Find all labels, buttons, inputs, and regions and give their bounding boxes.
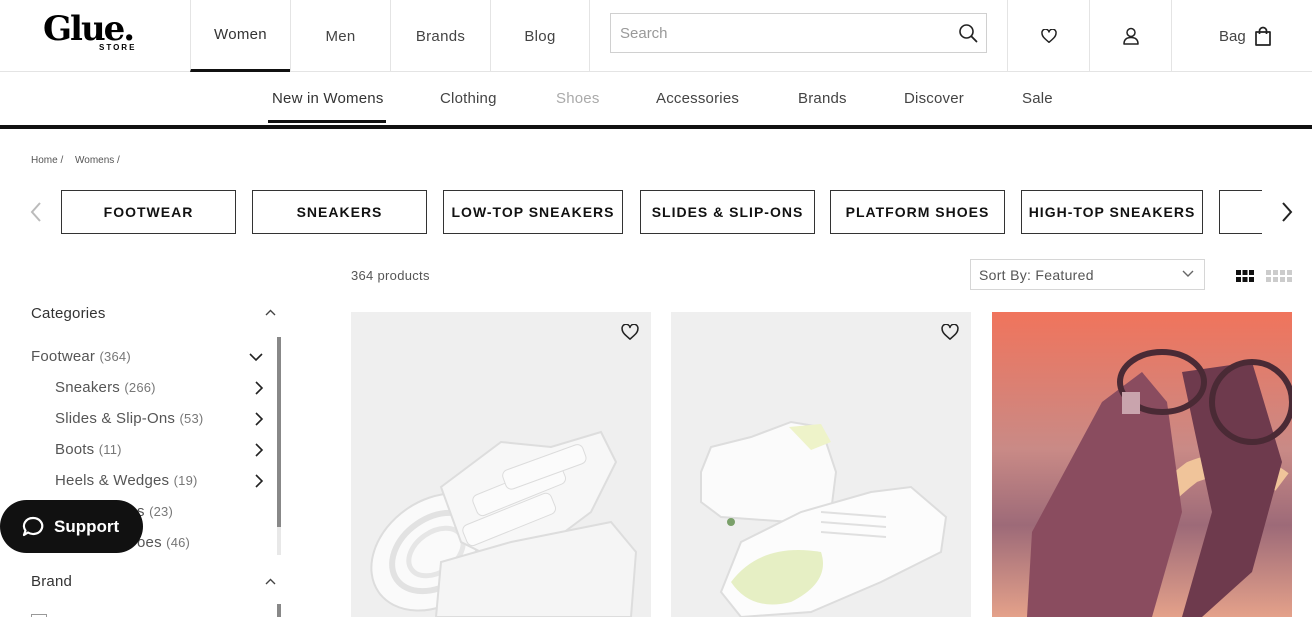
filter-partial-2-count: (46) xyxy=(166,535,191,550)
brand-heading[interactable]: Brand xyxy=(31,573,72,590)
product-card[interactable] xyxy=(992,312,1292,617)
subnav-clothing[interactable]: Clothing xyxy=(440,90,497,107)
filter-heels-label: Heels & Wedges xyxy=(55,472,170,489)
chevron-up-icon[interactable] xyxy=(265,578,276,585)
search-input[interactable] xyxy=(611,14,951,52)
subnav-shoes[interactable]: Shoes xyxy=(556,90,600,107)
nav-women[interactable]: Women xyxy=(190,0,290,72)
support-label: Support xyxy=(54,516,120,536)
filter-slides-label: Slides & Slip-Ons xyxy=(55,410,176,427)
glue-store-logo[interactable]: Glue. STORE xyxy=(43,10,143,56)
filter-footwear[interactable]: Footwear (364) xyxy=(31,348,131,365)
subnav-accessories[interactable]: Accessories xyxy=(656,90,739,107)
wishlist-button[interactable] xyxy=(1007,0,1089,72)
search-box xyxy=(610,13,987,53)
chip-platform-shoes[interactable]: PLATFORM SHOES xyxy=(830,190,1005,234)
chevron-right-icon[interactable] xyxy=(254,412,264,426)
bag-button[interactable]: Bag xyxy=(1171,0,1312,72)
divider-bar xyxy=(0,125,1312,129)
filter-footwear-count: (364) xyxy=(99,349,131,364)
chip-footwear[interactable]: FOOTWEAR xyxy=(61,190,236,234)
subnav-active-underline xyxy=(268,120,386,123)
product-image-sandal xyxy=(370,430,638,617)
filter-boots-count: (11) xyxy=(98,442,122,457)
categories-scrollbar-thumb[interactable] xyxy=(277,337,281,527)
chevron-left-icon[interactable] xyxy=(28,201,46,223)
filter-heels-wedges[interactable]: Heels & Wedges (19) xyxy=(55,472,198,489)
search-icon[interactable] xyxy=(958,23,978,43)
filter-partial-2[interactable]: oes (46) xyxy=(137,534,190,551)
account-button[interactable] xyxy=(1089,0,1171,72)
chip-slides-slip-ons[interactable]: SLIDES & SLIP-ONS xyxy=(640,190,815,234)
page: Glue. STORE Women Men Brands Blog B xyxy=(0,0,1312,617)
nav-blog[interactable]: Blog xyxy=(490,0,590,72)
nav-men[interactable]: Men xyxy=(290,0,390,72)
filter-partial-1[interactable]: s (23) xyxy=(137,503,173,520)
product-image-sneaker xyxy=(700,420,948,617)
chip-partial[interactable] xyxy=(1219,190,1262,234)
categories-heading[interactable]: Categories xyxy=(31,305,106,322)
filter-sneakers-label: Sneakers xyxy=(55,379,120,396)
filter-boots[interactable]: Boots (11) xyxy=(55,441,122,458)
filter-slides[interactable]: Slides & Slip-Ons (53) xyxy=(55,410,203,427)
support-button[interactable]: Support xyxy=(0,500,143,553)
chevron-right-icon[interactable] xyxy=(254,381,264,395)
product-card[interactable] xyxy=(351,312,651,617)
top-header: Glue. STORE Women Men Brands Blog B xyxy=(0,0,1312,72)
product-image-heels xyxy=(992,312,1292,617)
nav-brands[interactable]: Brands xyxy=(390,0,490,72)
filter-boots-label: Boots xyxy=(55,441,95,458)
subnav-new-in-womens[interactable]: New in Womens xyxy=(272,90,384,107)
chip-sneakers[interactable]: SNEAKERS xyxy=(252,190,427,234)
chevron-down-icon xyxy=(1182,270,1194,277)
logo-sub-text: STORE xyxy=(99,43,137,52)
grid-3-icon[interactable] xyxy=(1236,270,1254,282)
filter-partial-1-count: (23) xyxy=(149,504,173,519)
heart-icon xyxy=(1040,29,1057,43)
chat-icon xyxy=(22,516,44,536)
filter-footwear-label: Footwear xyxy=(31,348,96,365)
chevron-right-icon[interactable] xyxy=(1278,201,1296,223)
chevron-up-icon[interactable] xyxy=(265,309,276,316)
category-nav: New in Womens Clothing Shoes Accessories… xyxy=(0,73,1312,125)
breadcrumb-womens[interactable]: Womens / xyxy=(75,155,120,166)
filter-slides-count: (53) xyxy=(179,411,204,426)
chip-low-top-sneakers[interactable]: LOW-TOP SNEAKERS xyxy=(443,190,623,234)
breadcrumb-home[interactable]: Home / xyxy=(31,155,63,166)
bag-icon xyxy=(1254,26,1271,46)
bag-label: Bag xyxy=(1219,27,1246,45)
chevron-right-icon[interactable] xyxy=(254,474,264,488)
chevron-right-icon[interactable] xyxy=(254,443,264,457)
product-card[interactable] xyxy=(671,312,971,617)
filter-sneakers-count: (266) xyxy=(124,380,156,395)
brand-scrollbar-thumb[interactable] xyxy=(277,604,281,617)
user-icon xyxy=(1122,27,1139,45)
chip-high-top-sneakers[interactable]: HIGH-TOP SNEAKERS xyxy=(1021,190,1203,234)
grid-4-icon[interactable] xyxy=(1266,270,1293,282)
subnav-brands[interactable]: Brands xyxy=(798,90,847,107)
subnav-sale[interactable]: Sale xyxy=(1022,90,1053,107)
chevron-down-icon[interactable] xyxy=(249,353,263,362)
filter-heels-count: (19) xyxy=(173,473,198,488)
sort-dropdown[interactable]: Sort By: Featured xyxy=(970,259,1205,290)
product-count: 364 products xyxy=(351,268,430,283)
subnav-discover[interactable]: Discover xyxy=(904,90,964,107)
filter-sneakers[interactable]: Sneakers (266) xyxy=(55,379,156,396)
sort-label: Sort By: Featured xyxy=(979,267,1094,283)
